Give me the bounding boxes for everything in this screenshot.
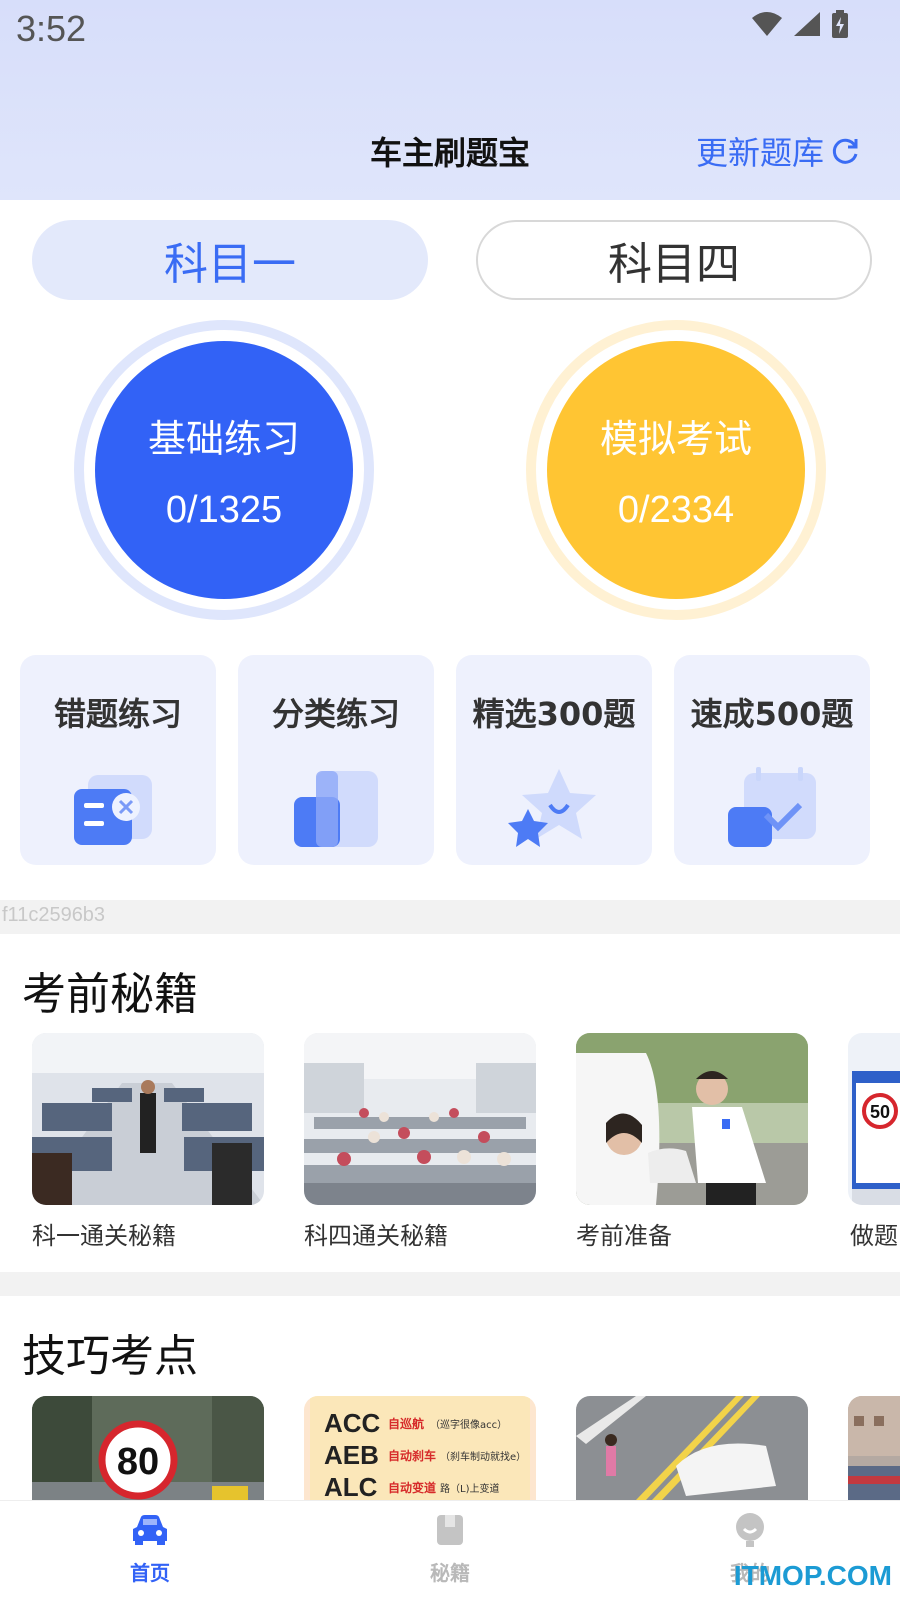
status-time: 3:52 bbox=[16, 8, 87, 49]
wrong-question-practice-card[interactable]: 错题练习 bbox=[20, 655, 216, 865]
basic-practice-circle: 基础练习 0/1325 bbox=[95, 341, 353, 599]
category-practice-card[interactable]: 分类练习 bbox=[238, 655, 434, 865]
acc-note: （巡字很像acc） bbox=[430, 1418, 507, 1431]
basic-practice-count: 0/1325 bbox=[165, 489, 283, 531]
mock-exam-count: 0/2334 bbox=[617, 489, 735, 531]
feature-label: 精选300题 bbox=[472, 695, 636, 733]
battery-icon bbox=[832, 10, 848, 38]
ad-divider bbox=[0, 900, 900, 934]
category-book-icon bbox=[294, 771, 378, 847]
calendar-check-icon bbox=[728, 767, 816, 847]
street-scene-image bbox=[848, 1396, 900, 1500]
alc-term: ALC bbox=[324, 1472, 378, 1500]
tip-thumb-street[interactable] bbox=[848, 1396, 900, 1500]
aeb-term: AEB bbox=[324, 1440, 379, 1470]
selected-300-card[interactable]: 精选300题 bbox=[456, 655, 652, 865]
secret-thumb-practice[interactable]: 50 bbox=[848, 1033, 900, 1205]
basic-practice-button[interactable]: 基础练习 0/1325 bbox=[74, 320, 374, 620]
feature-label: 速成500题 bbox=[690, 695, 854, 733]
mock-exam-circle: 模拟考试 0/2334 bbox=[547, 341, 805, 599]
update-label: 更新题库 bbox=[695, 134, 824, 172]
wrong-question-icon bbox=[74, 775, 152, 845]
feature-label: 错题练习 bbox=[53, 695, 182, 733]
alc-hint: 自动变道 bbox=[388, 1480, 436, 1495]
aeb-hint: 自动刹车 bbox=[388, 1448, 436, 1463]
adas-terms-image: ACC AEB ALC 自巡航 （巡字很像acc） 自动刹车 （刹车制动就找e）… bbox=[304, 1396, 536, 1500]
star-icon bbox=[508, 769, 596, 847]
refresh-icon bbox=[832, 138, 858, 164]
crosswalk-image bbox=[576, 1396, 808, 1500]
secrets-section-title: 考前秘籍 bbox=[22, 969, 198, 1020]
speed-limit-image: 80 bbox=[32, 1396, 264, 1500]
car-icon bbox=[133, 1515, 167, 1545]
watermark: ITMOP.COM bbox=[733, 1560, 892, 1591]
section-divider bbox=[0, 1272, 900, 1296]
nav-label: 首页 bbox=[130, 1561, 170, 1585]
secret-caption: 考前准备 bbox=[576, 1222, 672, 1250]
alc-note: 路（L)上变道 bbox=[440, 1482, 499, 1495]
tips-section-title: 技巧考点 bbox=[22, 1331, 198, 1382]
secret-thumb-pre-exam[interactable] bbox=[576, 1033, 808, 1205]
tab-subject-four[interactable]: 科目四 bbox=[476, 220, 872, 300]
nav-label: 秘籍 bbox=[430, 1561, 470, 1585]
secret-thumb-subject-four[interactable] bbox=[304, 1033, 536, 1205]
status-icons bbox=[752, 10, 848, 38]
speed-limit-80-label: 80 bbox=[117, 1441, 159, 1483]
basic-practice-title: 基础练习 bbox=[147, 417, 300, 461]
driving-instructor-image bbox=[576, 1033, 808, 1205]
signal-icon bbox=[794, 12, 820, 36]
traffic-sign-card-image: 50 bbox=[848, 1033, 900, 1205]
tab-subject-one[interactable]: 科目一 bbox=[32, 220, 428, 300]
tip-thumb-speed-limit[interactable]: 80 bbox=[32, 1396, 264, 1500]
tip-thumb-crosswalk[interactable] bbox=[576, 1396, 808, 1500]
secret-caption: 科四通关秘籍 bbox=[304, 1222, 448, 1250]
exam-hall-image bbox=[32, 1033, 264, 1205]
feature-label: 分类练习 bbox=[271, 695, 400, 733]
exam-room-image bbox=[304, 1033, 536, 1205]
ad-code: f11c2596b3 bbox=[2, 904, 106, 926]
acc-hint: 自巡航 bbox=[388, 1416, 424, 1431]
mock-exam-title: 模拟考试 bbox=[599, 417, 752, 461]
mock-exam-button[interactable]: 模拟考试 0/2334 bbox=[526, 320, 826, 620]
speed-limit-50-label: 50 bbox=[870, 1102, 890, 1122]
wifi-icon bbox=[752, 12, 782, 36]
acc-term: ACC bbox=[324, 1408, 381, 1438]
secret-thumb-subject-one[interactable] bbox=[32, 1033, 264, 1205]
nav-home[interactable]: 首页 bbox=[90, 1513, 210, 1586]
secret-caption: 做题 bbox=[850, 1222, 898, 1250]
update-question-bank-button[interactable]: 更新题库 bbox=[696, 128, 860, 174]
tip-thumb-adas-terms[interactable]: ACC AEB ALC 自巡航 （巡字很像acc） 自动刹车 （刹车制动就找e）… bbox=[304, 1396, 536, 1500]
book-icon bbox=[437, 1515, 463, 1545]
fast-500-card[interactable]: 速成500题 bbox=[674, 655, 870, 865]
nav-secrets[interactable]: 秘籍 bbox=[390, 1513, 510, 1586]
profile-icon bbox=[736, 1513, 764, 1547]
aeb-note: （刹车制动就找e） bbox=[440, 1450, 526, 1463]
secret-caption: 科一通关秘籍 bbox=[32, 1222, 176, 1250]
